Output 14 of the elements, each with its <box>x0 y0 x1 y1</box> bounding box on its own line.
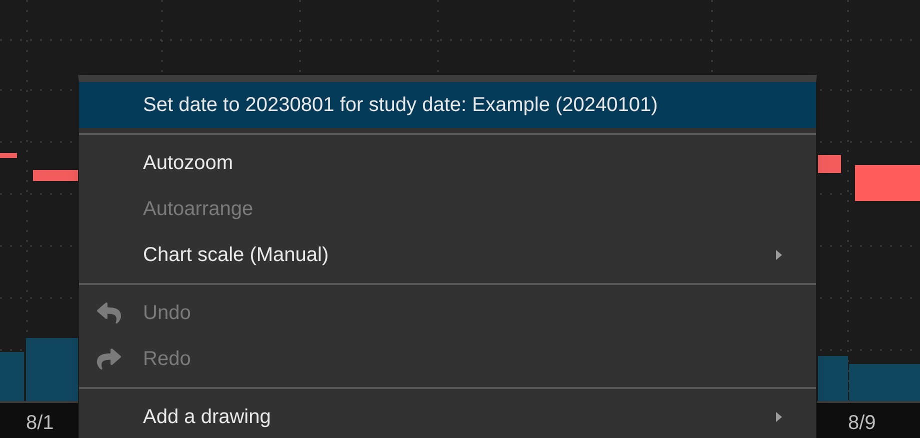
axis-label: 8/9 <box>848 411 876 436</box>
menu-item[interactable]: Add a drawing <box>79 394 816 438</box>
axis-label: 8/1 <box>26 411 54 436</box>
candle <box>33 170 78 181</box>
menu-item[interactable]: Chart scale (Manual) <box>79 232 816 278</box>
candle <box>0 153 17 158</box>
menu-item[interactable]: Autozoom <box>79 140 816 186</box>
volume-bar <box>26 338 78 401</box>
undo-icon <box>97 301 121 325</box>
candle <box>855 165 920 201</box>
volume-bar <box>0 352 24 401</box>
candle <box>818 155 841 173</box>
redo-icon <box>97 347 121 371</box>
menu-item[interactable]: Set date to 20230801 for study date: Example (20240101) <box>79 82 816 128</box>
